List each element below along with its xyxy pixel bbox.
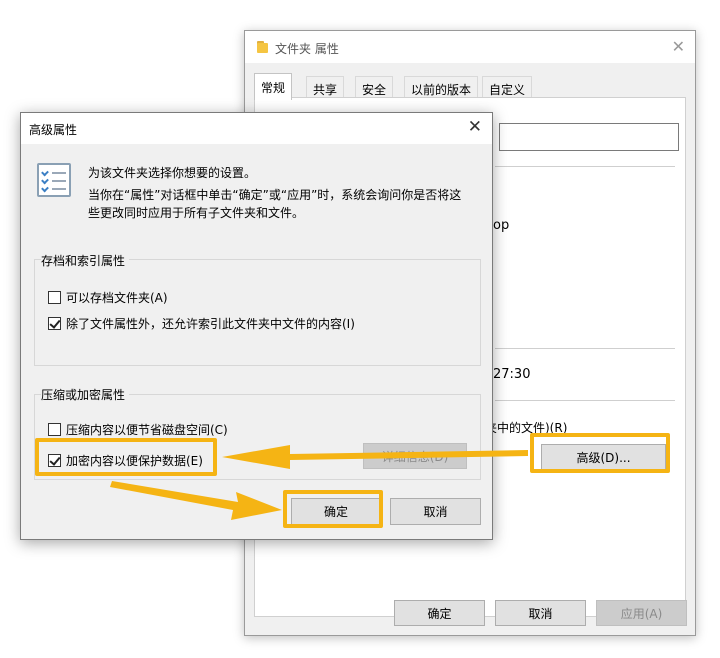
cancel-button[interactable]: 取消 (495, 600, 586, 626)
divider (495, 166, 675, 167)
tab-previous-versions[interactable]: 以前的版本 (404, 76, 479, 99)
folder-properties-titlebar: 文件夹 属性 ✕ (245, 31, 695, 63)
archive-option[interactable]: 可以存档文件夹(A) (48, 289, 168, 306)
divider (495, 348, 675, 349)
dialog-description-line2: 当你在“属性”对话框中单击“确定”或“应用”时，系统会询问你是否将这 (88, 188, 462, 202)
archive-checkbox[interactable] (48, 291, 61, 304)
archive-index-group (34, 259, 481, 366)
compress-encrypt-group-label: 压缩或加密属性 (41, 386, 130, 403)
location-partial-text: op (493, 218, 510, 233)
cancel-button[interactable]: 取消 (390, 498, 481, 525)
advanced-attributes-titlebar: 高级属性 ✕ (21, 113, 492, 144)
index-checkbox[interactable] (48, 317, 61, 330)
archive-index-group-label: 存档和索引属性 (41, 252, 130, 269)
compress-option[interactable]: 压缩内容以便节省磁盘空间(C) (48, 421, 228, 438)
ok-button[interactable]: 确定 (394, 600, 485, 626)
close-icon[interactable]: ✕ (672, 37, 685, 56)
archive-option-label: 可以存档文件夹(A) (66, 291, 168, 305)
dialog-description-line1: 为该文件夹选择你想要的设置。 (88, 166, 257, 180)
folder-properties-title: 文件夹 属性 (275, 42, 339, 56)
folder-name-input[interactable] (499, 123, 679, 151)
dialog-description-line3: 些更改同时应用于所有子文件夹和文件。 (88, 206, 305, 220)
index-option[interactable]: 除了文件属性外，还允许索引此文件夹中文件的内容(I) (48, 315, 355, 332)
index-option-label: 除了文件属性外，还允许索引此文件夹中文件的内容(I) (66, 317, 355, 331)
ok-button-highlight (283, 490, 383, 528)
details-button[interactable]: 详细信息(D) (363, 443, 467, 469)
tab-customize[interactable]: 自定义 (482, 76, 533, 99)
close-icon[interactable]: ✕ (468, 117, 482, 137)
divider (495, 400, 675, 401)
tab-security[interactable]: 安全 (355, 76, 394, 99)
encrypt-option-highlight (35, 438, 217, 476)
tab-general[interactable]: 常规 (254, 73, 293, 100)
dialog-title: 高级属性 (29, 123, 78, 137)
tab-sharing[interactable]: 共享 (306, 76, 345, 99)
created-time-partial-text: 27:30 (493, 367, 531, 382)
settings-list-icon (37, 163, 71, 197)
folder-icon (257, 41, 271, 53)
compress-checkbox[interactable] (48, 423, 61, 436)
apply-button[interactable]: 应用(A) (596, 600, 687, 626)
compress-option-label: 压缩内容以便节省磁盘空间(C) (66, 423, 228, 437)
advanced-button-highlight (530, 433, 670, 473)
